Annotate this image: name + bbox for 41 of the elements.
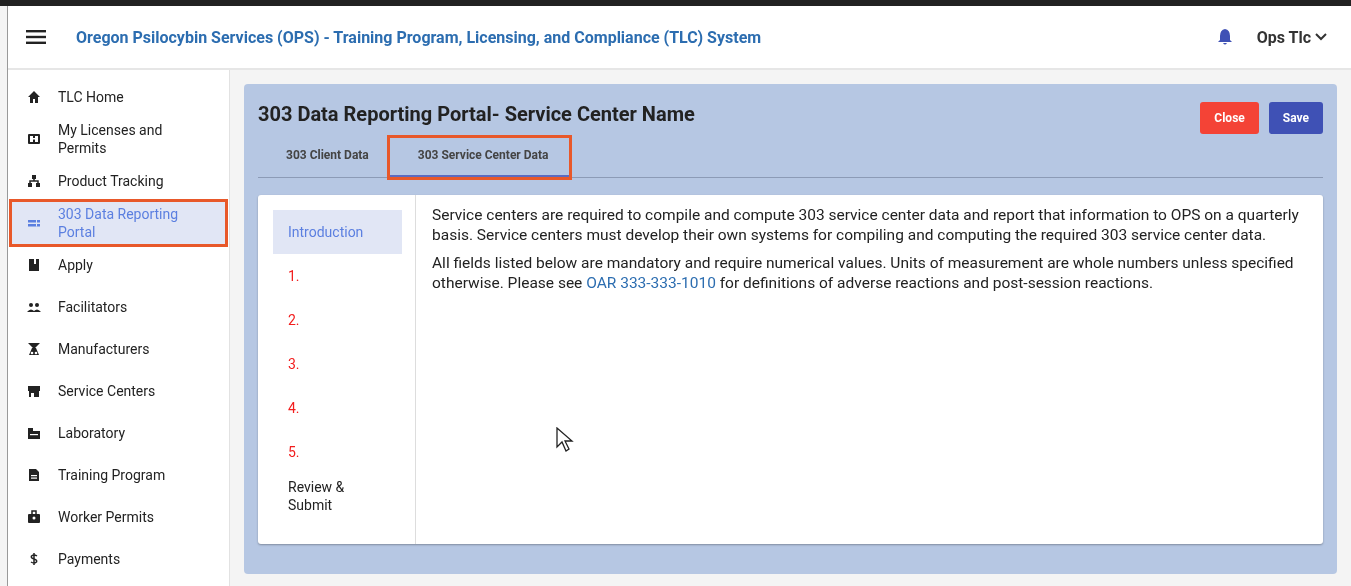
link[interactable]: OAR 333-333-1010	[586, 274, 716, 292]
mouse-cursor-icon	[556, 427, 574, 453]
step-item[interactable]: 4.	[273, 386, 402, 430]
people-icon	[27, 300, 41, 314]
sidebar-item[interactable]: TLC Home	[12, 76, 225, 118]
save-button[interactable]: Save	[1268, 102, 1323, 134]
app-title: Oregon Psilocybin Services (OPS) - Training Program, Licensing, and Compliance (TLC) System	[76, 27, 763, 47]
briefcase-icon	[27, 510, 41, 524]
hierarchy-icon	[27, 174, 41, 188]
sidebar-item[interactable]: Product Tracking	[12, 160, 225, 202]
step-item[interactable]: 5.	[273, 430, 402, 474]
factory-icon	[27, 342, 41, 356]
step-item[interactable]: Review & Submit	[273, 474, 402, 518]
menu-icon[interactable]	[26, 30, 46, 44]
sidebar-item[interactable]: Apply	[12, 244, 225, 286]
panel-title: 303 Data Reporting Portal- Service Center Name	[258, 102, 695, 126]
paragraph: All fields listed below are mandatory and require numerical values. Units of measurement are whole numbers unless specified otherwise. Please see OAR 333-333-1010 for definitions of adverse reactions and post-session reactions.	[432, 253, 1295, 293]
bell-icon[interactable]	[1216, 28, 1233, 46]
home-icon	[27, 90, 41, 104]
step-item[interactable]: 3.	[273, 342, 402, 386]
building-icon	[27, 426, 41, 440]
user-menu[interactable]: Ops Tlc	[1250, 26, 1333, 48]
sidebar-item[interactable]: Worker Permits	[12, 496, 225, 538]
sidebar-item[interactable]: Manufacturers	[12, 328, 225, 370]
sidebar-item[interactable]: Service Centers	[12, 370, 225, 412]
sidebar-item[interactable]: Payments	[12, 538, 225, 580]
close-button[interactable]: Close	[1200, 102, 1259, 134]
sidebar-item[interactable]: Facilitators	[12, 286, 225, 328]
document-icon	[27, 468, 41, 482]
sidebar-item[interactable]: Training Program	[12, 454, 225, 496]
paragraph: Service centers are required to compile and compute 303 service center data and report that information to OPS on a quarterly basis. Service centers must develop their own systems for compiling and computing the required 303 service center data.	[432, 205, 1300, 245]
storefront-icon	[27, 384, 41, 398]
id-card-icon	[27, 132, 41, 146]
book-icon	[27, 258, 41, 272]
sidebar-item[interactable]: My Licenses and Permits	[12, 118, 225, 160]
step-item[interactable]: 2.	[273, 298, 402, 342]
step-item[interactable]: 1.	[273, 254, 402, 298]
tab[interactable]: 303 Service Center Data	[389, 138, 570, 177]
chevron-down-icon	[1315, 33, 1327, 41]
sidebar-item[interactable]: Laboratory	[12, 412, 225, 454]
tab[interactable]: 303 Client Data	[258, 138, 390, 177]
